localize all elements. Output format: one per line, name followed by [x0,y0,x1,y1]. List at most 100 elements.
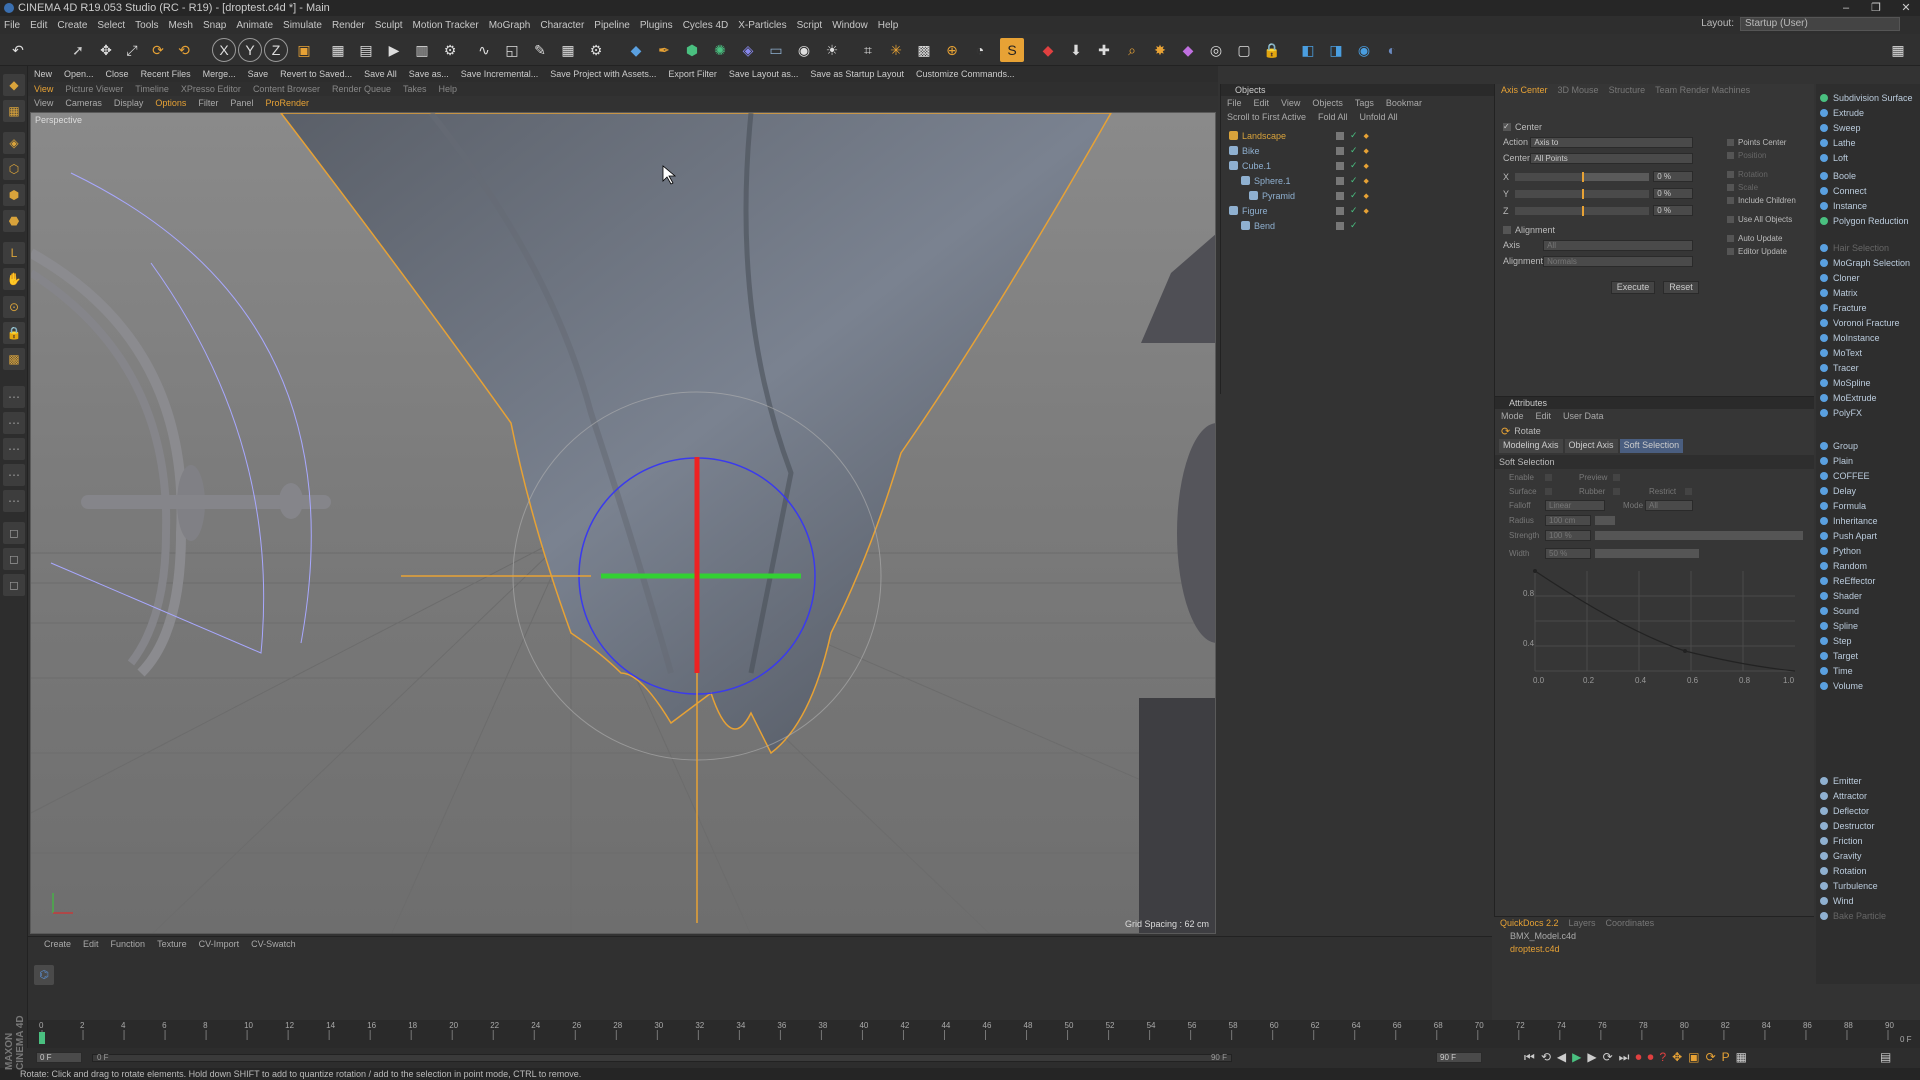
palette-item-fracture[interactable]: Fracture [1820,300,1918,315]
palette-item-instance[interactable]: Instance [1820,198,1918,213]
tweak-icon[interactable]: ✋ [3,268,25,290]
checker-icon[interactable]: ▩ [3,348,25,370]
material-menu-edit[interactable]: Edit [83,939,99,949]
maximize-button[interactable]: ❐ [1862,0,1890,16]
center-select-dropdown[interactable]: All Points [1530,152,1693,164]
menu-item-mesh[interactable]: Mesh [169,20,193,31]
enabled-check-icon[interactable]: ✓ [1350,175,1358,186]
objects-menu-tags[interactable]: Tags [1355,98,1374,108]
palette-item-subdivision-surface[interactable]: Subdivision Surface [1820,90,1918,105]
objects-tool-unfold-all[interactable]: Unfold All [1360,112,1398,122]
palette-item-polygon-reduction[interactable]: Polygon Reduction [1820,213,1918,228]
axis-option[interactable]: Include Children [1727,194,1813,207]
palette-item-gravity[interactable]: Gravity [1820,848,1918,863]
quickdocs-item[interactable]: droptest.c4d [1510,944,1814,957]
center-checkbox[interactable]: ✓ [1503,123,1511,131]
layout-selector[interactable]: Layout: Startup (User) [1701,17,1900,31]
palette-item-cloner[interactable]: Cloner [1820,270,1918,285]
enable-checkbox[interactable] [1545,474,1552,481]
pos-key-icon[interactable]: ✥ [1672,1050,1682,1065]
material-menu-cv-swatch[interactable]: CV-Swatch [251,939,296,949]
scale-key-icon[interactable]: ▣ [1688,1050,1699,1065]
start-frame-input[interactable]: 0 F [36,1052,82,1063]
palette-item-extrude[interactable]: Extrude [1820,105,1918,120]
menu-item-pipeline[interactable]: Pipeline [594,20,630,31]
menu-item-tools[interactable]: Tools [135,20,158,31]
material-menu-create[interactable]: Create [44,939,71,949]
misc-b-icon[interactable]: ◻ [3,548,25,570]
enabled-check-icon[interactable]: ✓ [1350,190,1358,201]
attributes-tab-object-axis[interactable]: Object Axis [1564,439,1618,453]
palette-item-coffee[interactable]: COFFEE [1820,468,1918,483]
palette-item-mograph-selection[interactable]: MoGraph Selection [1820,255,1918,270]
palette-item-inheritance[interactable]: Inheritance [1820,513,1918,528]
object-row[interactable]: Bend ✓ [1241,218,1358,233]
menu-item-render[interactable]: Render [332,20,365,31]
rot-key-icon[interactable]: ⟳ [1706,1050,1716,1065]
go-start-icon[interactable]: ⏮ [1524,1050,1535,1065]
texture-mode-icon[interactable]: ▦ [3,100,25,122]
command-export-filter[interactable]: Export Filter [668,69,717,79]
axis-option[interactable]: Scale [1727,181,1813,194]
go-end-icon[interactable]: ⏭ [1619,1050,1630,1065]
sketch-icon[interactable]: ✎ [528,38,552,62]
gear-icon[interactable]: ⚙ [584,38,608,62]
grid-icon[interactable]: ▦ [556,38,580,62]
palette-item-group[interactable]: Group [1820,438,1918,453]
points-mode-icon[interactable]: ⬡ [3,158,25,180]
layout-toggle-icon[interactable]: ▦ [1886,38,1910,62]
palette-item-hair-selection[interactable]: Hair Selection [1820,240,1918,255]
render-region-icon[interactable]: ▦ [326,38,350,62]
strength-slider[interactable] [1595,531,1803,540]
attributes-menu-user-data[interactable]: User Data [1563,411,1604,421]
grid-d-icon[interactable]: ⋯ [3,464,25,486]
menu-item-cycles-4d[interactable]: Cycles 4D [683,20,729,31]
menu-item-select[interactable]: Select [97,20,125,31]
palette-item-emitter[interactable]: Emitter [1820,773,1918,788]
palette-item-matrix[interactable]: Matrix [1820,285,1918,300]
python-icon[interactable]: ⌬ [34,965,54,985]
axis-tab-team-render-machines[interactable]: Team Render Machines [1653,84,1752,96]
play-icon[interactable]: ▶ [1572,1050,1581,1065]
x-slider[interactable] [1515,171,1650,182]
menu-item-simulate[interactable]: Simulate [283,20,322,31]
command-save-layout-as[interactable]: Save Layout as... [729,69,799,79]
menu-item-snap[interactable]: Snap [203,20,226,31]
x-input[interactable]: 0 % [1653,171,1693,182]
recent-tool-icon[interactable]: ⟲ [172,38,196,62]
close-window-button[interactable]: ✕ [1892,0,1920,16]
material-menu-texture[interactable]: Texture [157,939,187,949]
enabled-check-icon[interactable]: ✓ [1350,130,1358,141]
tag-icon[interactable]: ◆ [1364,192,1369,200]
palette-item-voronoi-fracture[interactable]: Voronoi Fracture [1820,315,1918,330]
alignment-checkbox[interactable] [1503,226,1511,234]
viewport-tab-xpresso-editor[interactable]: XPresso Editor [181,84,241,94]
preview-range-slider[interactable]: 0 F 90 F [92,1053,1232,1062]
xparticles-icon[interactable]: ◆ [1176,38,1200,62]
objects-tool-fold-all[interactable]: Fold All [1318,112,1348,122]
viewport-tab-takes[interactable]: Takes [403,84,427,94]
axis-tab-axis-center[interactable]: Axis Center [1499,84,1550,96]
tag-icon[interactable]: ◆ [1364,162,1369,170]
coordinate-system-icon[interactable]: ▣ [292,38,316,62]
grid-e-icon[interactable]: ⋯ [3,490,25,512]
script-icon[interactable]: ✚ [1092,38,1116,62]
next-key-icon[interactable]: ⟳ [1603,1050,1613,1065]
spline-pen-icon[interactable]: ∿ [472,38,496,62]
palette-item-plain[interactable]: Plain [1820,453,1918,468]
option-checkbox[interactable] [1727,171,1734,178]
palette-item-volume[interactable]: Volume [1820,678,1918,693]
visibility-toggle-icon[interactable] [1336,206,1344,215]
command-close[interactable]: Close [106,69,129,79]
palette-item-bake-particle[interactable]: Bake Particle [1820,908,1918,923]
prev-frame-icon[interactable]: ◀ [1557,1050,1566,1065]
render-view-icon[interactable]: ▤ [354,38,378,62]
objects-tool-scroll-to-first-active[interactable]: Scroll to First Active [1227,112,1306,122]
radius-slider[interactable] [1595,516,1615,525]
rubber-checkbox[interactable] [1613,488,1620,495]
enabled-check-icon[interactable]: ✓ [1350,160,1358,171]
command-new[interactable]: New [34,69,52,79]
y-slider[interactable] [1515,188,1650,199]
strength-input[interactable]: 100 % [1545,530,1591,541]
grid-a-icon[interactable]: ⋯ [3,386,25,408]
